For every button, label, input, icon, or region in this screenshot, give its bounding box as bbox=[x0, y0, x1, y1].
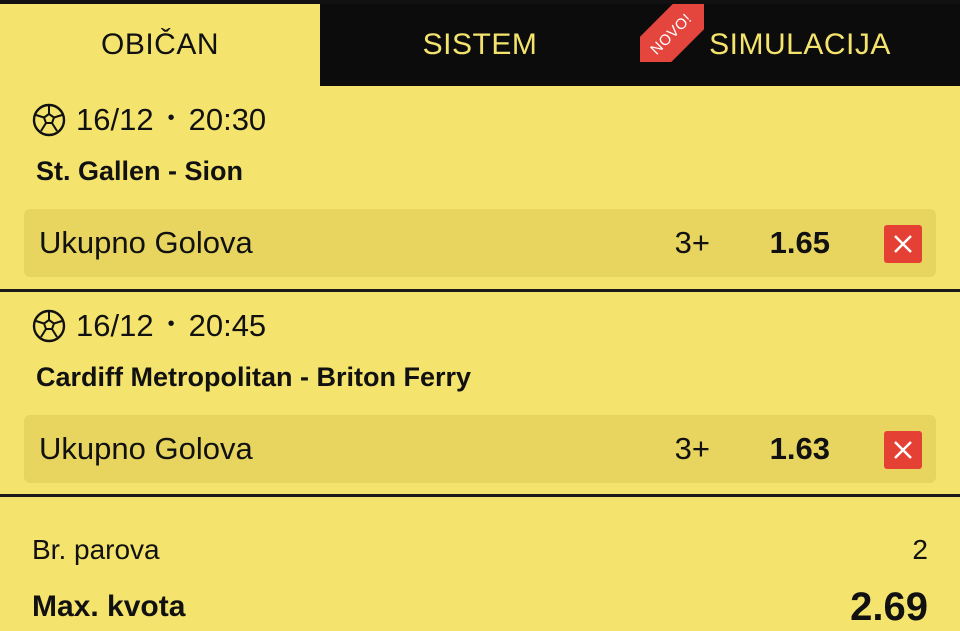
separator-dot: • bbox=[167, 106, 175, 129]
remove-selection-button[interactable] bbox=[884, 431, 922, 469]
odd-value: 1.63 bbox=[769, 431, 830, 466]
match-date: 16/12 bbox=[76, 102, 154, 137]
max-odd-label: Max. kvota bbox=[32, 590, 186, 623]
odd-value: 1.65 bbox=[769, 225, 830, 260]
tab-label: OBIČAN bbox=[100, 28, 220, 61]
match-datetime: 16/12 • 20:30 bbox=[32, 100, 266, 140]
pairs-count-row: Br. parova 2 bbox=[32, 528, 928, 572]
ticket-type-tabs: OBIČAN SISTEM NOVO! SIMULACIJA bbox=[0, 4, 960, 86]
pick-row: Ukupno Golova 3+ 1.63 bbox=[24, 415, 936, 483]
outcome: 3+ bbox=[674, 431, 710, 466]
tab-sistem[interactable]: SISTEM bbox=[320, 4, 640, 86]
pick-row: Ukupno Golova 3+ 1.65 bbox=[24, 209, 936, 277]
match-time: 20:45 bbox=[188, 308, 267, 343]
max-odd-row: Max. kvota 2.69 bbox=[32, 584, 928, 630]
divider bbox=[0, 289, 960, 292]
match-time: 20:30 bbox=[188, 102, 267, 137]
tab-obican[interactable]: OBIČAN bbox=[0, 4, 320, 86]
soccer-ball-icon bbox=[32, 309, 66, 343]
market-name: Ukupno Golova bbox=[39, 225, 253, 260]
soccer-ball-icon bbox=[32, 103, 66, 137]
outcome: 3+ bbox=[674, 225, 710, 260]
new-badge: NOVO! bbox=[640, 4, 704, 62]
match-teams: Cardiff Metropolitan - Briton Ferry bbox=[36, 362, 472, 392]
match-date: 16/12 bbox=[76, 308, 154, 343]
remove-selection-button[interactable] bbox=[884, 225, 922, 263]
max-odd-value: 2.69 bbox=[850, 584, 928, 629]
match-teams: St. Gallen - Sion bbox=[36, 156, 244, 186]
tab-label: SIMULACIJA bbox=[709, 28, 891, 61]
match-datetime: 16/12 • 20:45 bbox=[32, 306, 266, 346]
pairs-label: Br. parova bbox=[32, 534, 160, 565]
new-badge-corner: NOVO! bbox=[640, 4, 704, 62]
close-icon bbox=[894, 235, 912, 253]
divider bbox=[0, 494, 960, 497]
tab-simulacija[interactable]: NOVO! SIMULACIJA bbox=[640, 4, 960, 86]
close-icon bbox=[894, 441, 912, 459]
pairs-value: 2 bbox=[912, 534, 928, 565]
market-name: Ukupno Golova bbox=[39, 431, 253, 466]
separator-dot: • bbox=[167, 312, 175, 335]
tab-label: SISTEM bbox=[422, 28, 538, 61]
